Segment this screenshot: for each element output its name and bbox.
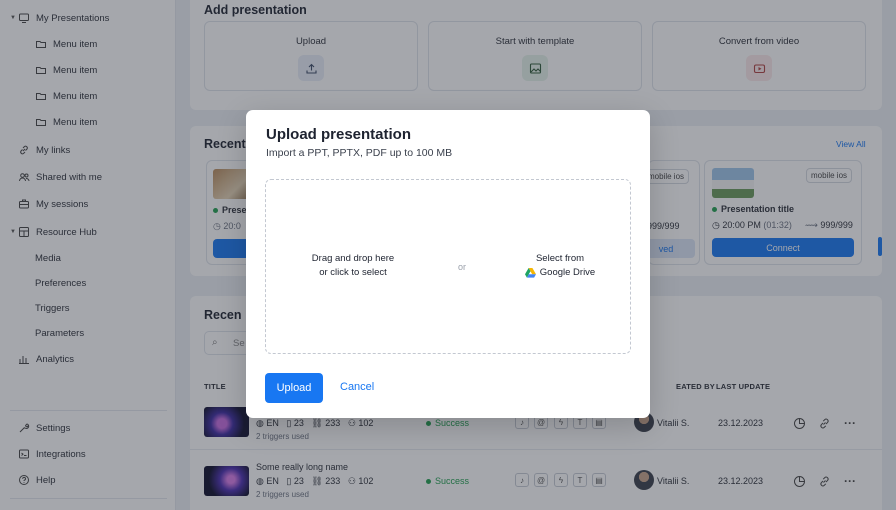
file-dropzone[interactable]: Drag and drop here or click to select or…: [265, 179, 631, 354]
google-drive-label: Google Drive: [524, 266, 595, 280]
upload-button[interactable]: Upload: [265, 373, 323, 403]
select-from-label: Select from: [535, 253, 585, 264]
drop-line-1: Drag and drop here: [311, 253, 395, 264]
or-separator: or: [458, 262, 467, 272]
drop-line-2: or click to select: [319, 267, 387, 278]
upload-presentation-dialog: Upload presentation Import a PPT, PPTX, …: [246, 110, 650, 418]
dialog-subtitle: Import a PPT, PPTX, PDF up to 100 MB: [266, 147, 453, 159]
google-drive-picker[interactable]: Select from Google Drive: [500, 252, 620, 283]
dialog-title: Upload presentation: [266, 126, 412, 143]
cancel-button[interactable]: Cancel: [340, 381, 374, 393]
google-drive-icon: [524, 268, 536, 278]
drop-instructions[interactable]: Drag and drop here or click to select: [288, 252, 418, 280]
